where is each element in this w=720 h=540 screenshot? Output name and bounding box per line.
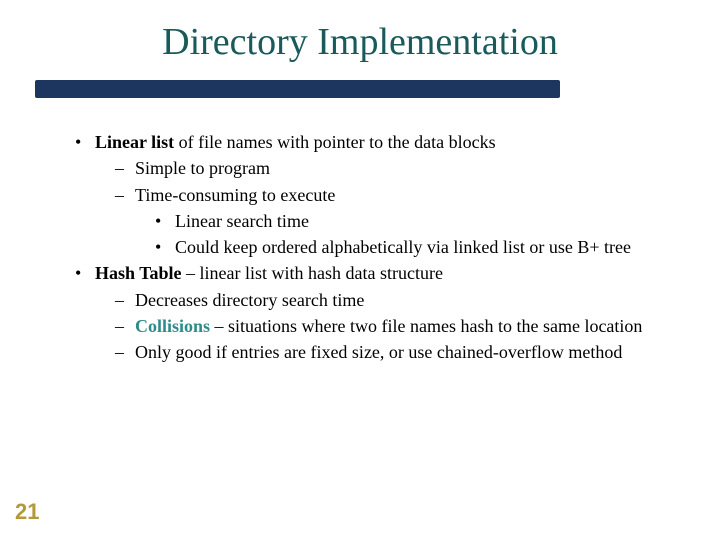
bullet-hash-table: Hash Table – linear list with hash data … xyxy=(75,261,680,285)
bullet-fixed-size: Only good if entries are fixed size, or … xyxy=(75,340,680,364)
bullet-term: Collisions xyxy=(135,316,210,336)
bullet-term: Hash Table xyxy=(95,263,182,283)
bullet-linear-list: Linear list of file names with pointer t… xyxy=(75,130,680,154)
bullet-term: Linear list xyxy=(95,132,174,152)
bullet-decreases: Decreases directory search time xyxy=(75,288,680,312)
bullet-text: Could keep ordered alphabetically via li… xyxy=(175,237,631,257)
bullet-collisions: Collisions – situations where two file n… xyxy=(75,314,680,338)
bullet-text: – situations where two file names hash t… xyxy=(210,316,642,336)
title-underline xyxy=(35,80,560,98)
bullet-text: Simple to program xyxy=(135,158,270,178)
slide-title: Directory Implementation xyxy=(0,20,720,64)
content-area: Linear list of file names with pointer t… xyxy=(75,130,680,367)
bullet-text: Decreases directory search time xyxy=(135,290,364,310)
bullet-text: of file names with pointer to the data b… xyxy=(174,132,495,152)
bullet-text: Linear search time xyxy=(175,211,309,231)
bullet-ordered: Could keep ordered alphabetically via li… xyxy=(75,235,680,259)
bullet-text: – linear list with hash data structure xyxy=(182,263,443,283)
bullet-simple: Simple to program xyxy=(75,156,680,180)
bullet-text: Only good if entries are fixed size, or … xyxy=(135,342,622,362)
slide: Directory Implementation Linear list of … xyxy=(0,0,720,540)
bullet-time-consuming: Time-consuming to execute xyxy=(75,183,680,207)
bullet-text: Time-consuming to execute xyxy=(135,185,335,205)
bullet-linear-search: Linear search time xyxy=(75,209,680,233)
slide-number: 21 xyxy=(15,499,39,525)
